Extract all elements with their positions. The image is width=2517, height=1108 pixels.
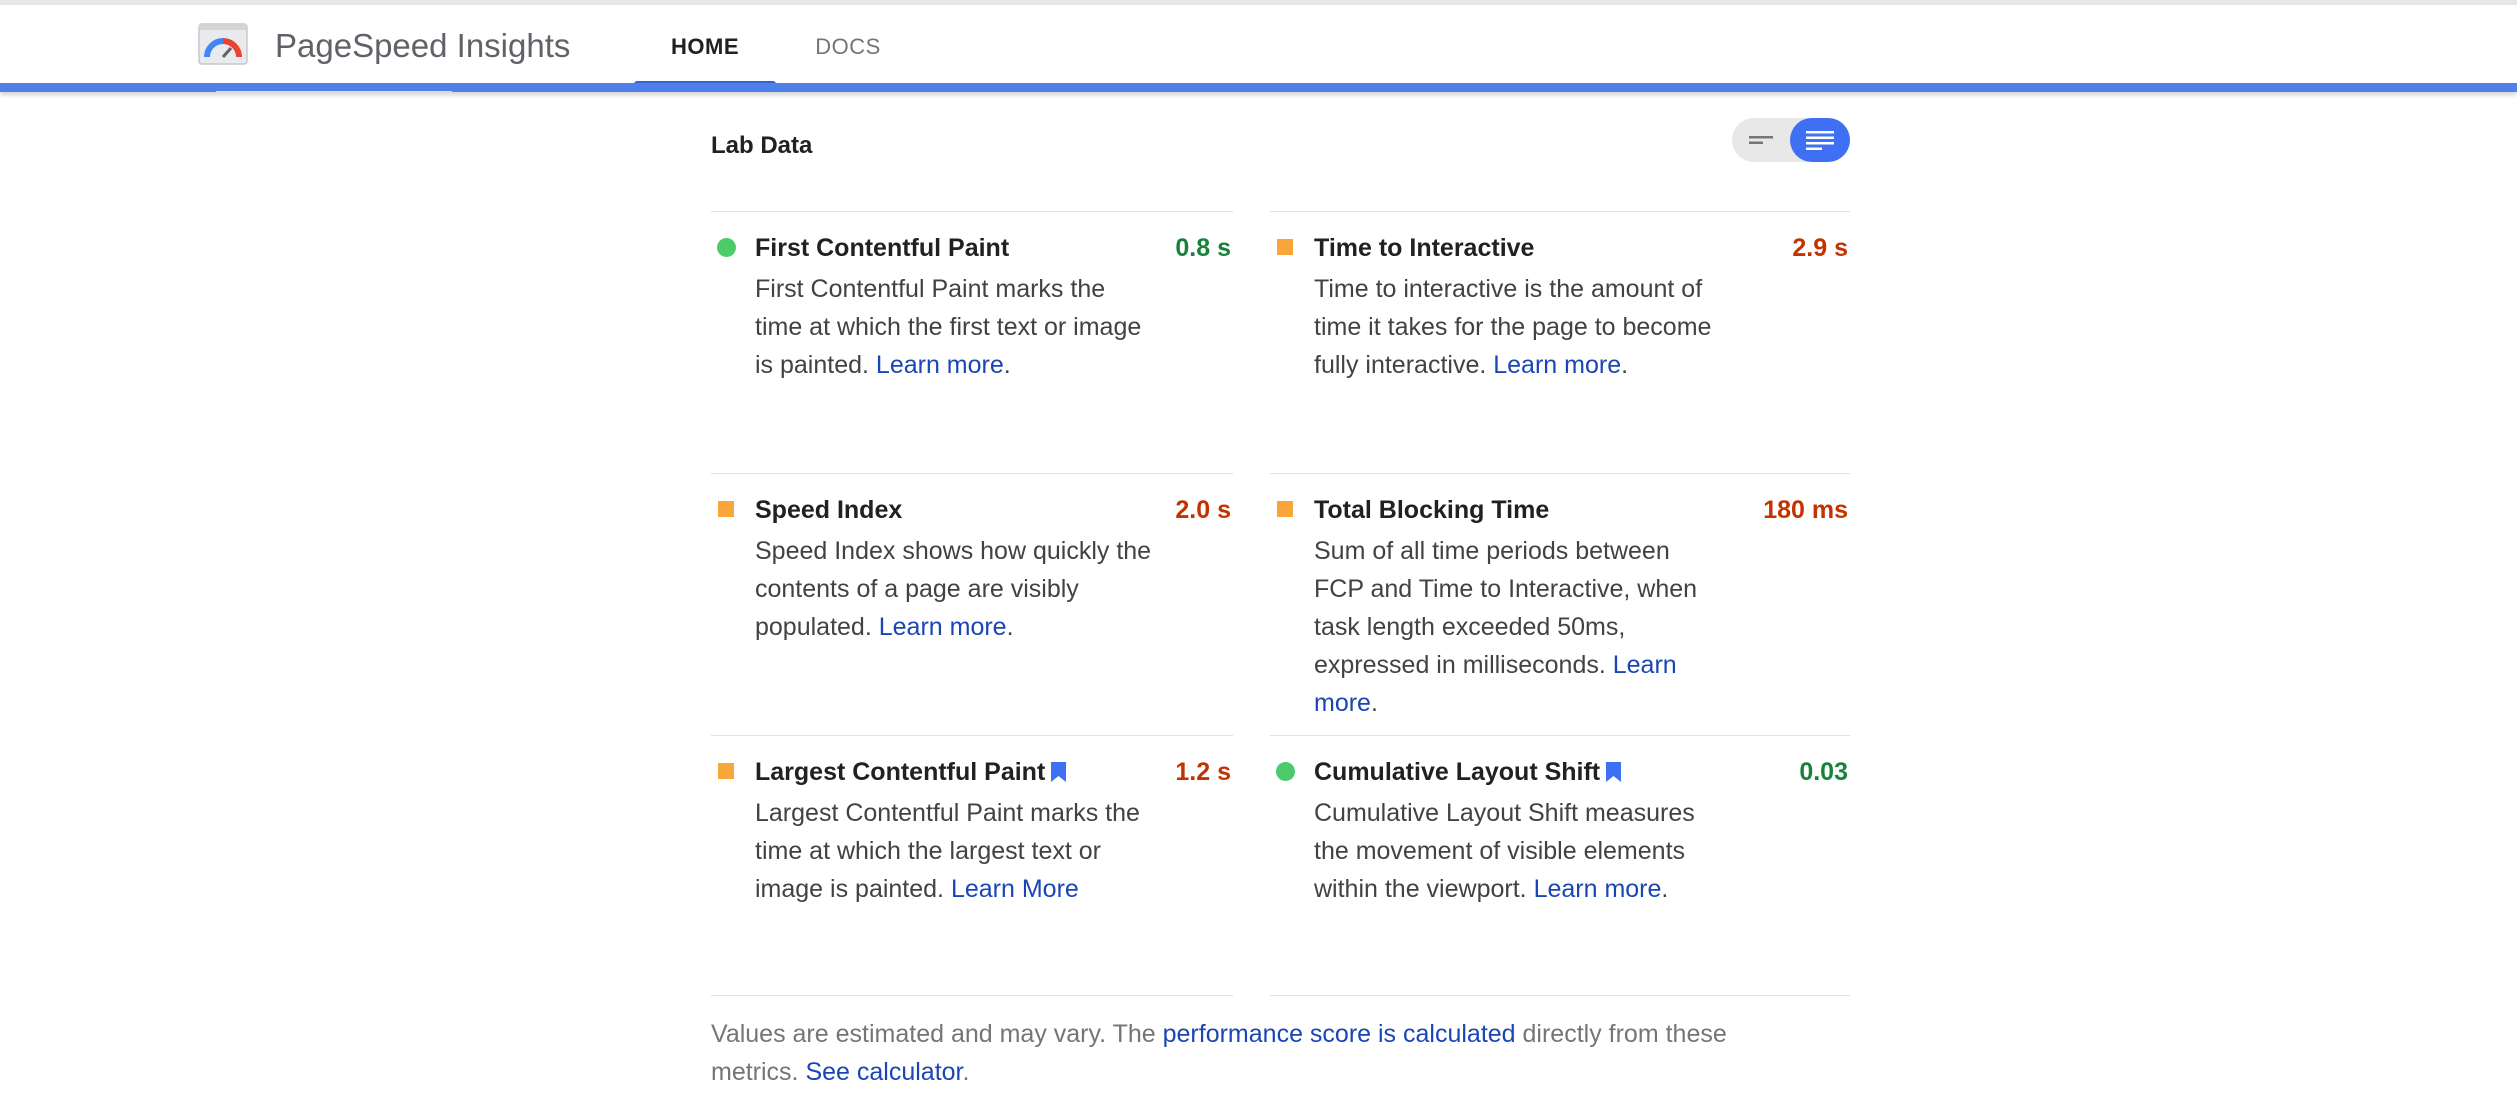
metric-description-suffix: .: [1661, 875, 1669, 903]
app-title[interactable]: PageSpeed Insights: [275, 25, 570, 67]
tab-home[interactable]: HOME: [634, 30, 776, 88]
header-accent-underline: [216, 91, 452, 93]
metric-title: Largest Contentful Paint: [755, 756, 1067, 788]
metric-description: Cumulative Layout Shift measures the mov…: [1314, 794, 1714, 908]
metric-description: Sum of all time periods between FCP and …: [1314, 532, 1714, 722]
metric-value: 0.8 s: [1175, 234, 1231, 262]
metric-first-contentful-paint: First Contentful Paint 0.8 s First Conte…: [711, 211, 1233, 379]
metric-value: 2.9 s: [1792, 234, 1848, 262]
footnote-text: .: [962, 1058, 970, 1086]
metric-description: First Contentful Paint marks the time at…: [755, 270, 1155, 384]
orange-square-icon: [1277, 501, 1293, 517]
orange-square-icon: [1277, 239, 1293, 255]
see-calculator-link[interactable]: See calculator: [805, 1058, 962, 1086]
summary-view-icon[interactable]: [1732, 118, 1790, 162]
metric-description-suffix: .: [1006, 613, 1014, 641]
performance-score-link[interactable]: performance score is calculated: [1163, 1020, 1516, 1048]
divider: [711, 995, 1233, 996]
divider: [1270, 995, 1850, 996]
view-toggle[interactable]: [1732, 118, 1850, 162]
metric-description-suffix: .: [1621, 351, 1629, 379]
metric-value: 0.03: [1799, 758, 1848, 786]
metric-value: 2.0 s: [1175, 496, 1231, 524]
learn-more-link[interactable]: Learn more: [879, 613, 1007, 641]
learn-more-link[interactable]: Learn More: [951, 875, 1079, 903]
metric-description: Speed Index shows how quickly the conten…: [755, 532, 1155, 646]
learn-more-link[interactable]: Learn more: [1493, 351, 1621, 379]
learn-more-link[interactable]: Learn more: [1534, 875, 1662, 903]
metric-total-blocking-time: Total Blocking Time 180 ms Sum of all ti…: [1270, 473, 1850, 717]
metric-value: 1.2 s: [1175, 758, 1231, 786]
metric-description: Time to interactive is the amount of tim…: [1314, 270, 1714, 384]
metric-description: Largest Contentful Paint marks the time …: [755, 794, 1155, 908]
metric-description-suffix: .: [1370, 689, 1378, 717]
orange-square-icon: [718, 501, 734, 517]
metric-description-text: Largest Contentful Paint marks the time …: [755, 799, 1140, 903]
learn-more-link[interactable]: Learn more: [876, 351, 1004, 379]
lab-data-title: Lab Data: [711, 132, 813, 159]
bookmark-icon: [1051, 762, 1067, 782]
app-header: PageSpeed Insights HOME DOCS: [0, 5, 2517, 86]
pagespeed-logo-icon[interactable]: [198, 23, 248, 65]
metric-description-suffix: .: [1003, 351, 1011, 379]
green-circle-icon: [1276, 762, 1295, 781]
metric-title: First Contentful Paint: [755, 234, 1010, 262]
metric-title: Total Blocking Time: [1314, 496, 1550, 524]
metric-speed-index: Speed Index 2.0 s Speed Index shows how …: [711, 473, 1233, 641]
metric-value: 180 ms: [1763, 496, 1848, 524]
detailed-view-icon[interactable]: [1790, 118, 1850, 162]
tab-docs[interactable]: DOCS: [790, 30, 906, 88]
footnote-text: Values are estimated and may vary. The: [711, 1020, 1163, 1048]
metric-title-text: Largest Contentful Paint: [755, 758, 1046, 786]
metric-title: Time to Interactive: [1314, 234, 1535, 262]
metric-title: Cumulative Layout Shift: [1314, 756, 1622, 788]
metric-title-text: Cumulative Layout Shift: [1314, 758, 1601, 786]
lab-data-footnote: Values are estimated and may vary. The p…: [711, 1015, 1811, 1091]
metric-cumulative-layout-shift: Cumulative Layout Shift 0.03 Cumulative …: [1270, 735, 1850, 903]
green-circle-icon: [717, 238, 736, 257]
metric-time-to-interactive: Time to Interactive 2.9 s Time to intera…: [1270, 211, 1850, 379]
orange-square-icon: [718, 763, 734, 779]
metric-largest-contentful-paint: Largest Contentful Paint 1.2 s Largest C…: [711, 735, 1233, 903]
bookmark-icon: [1606, 762, 1622, 782]
metric-title: Speed Index: [755, 496, 903, 524]
